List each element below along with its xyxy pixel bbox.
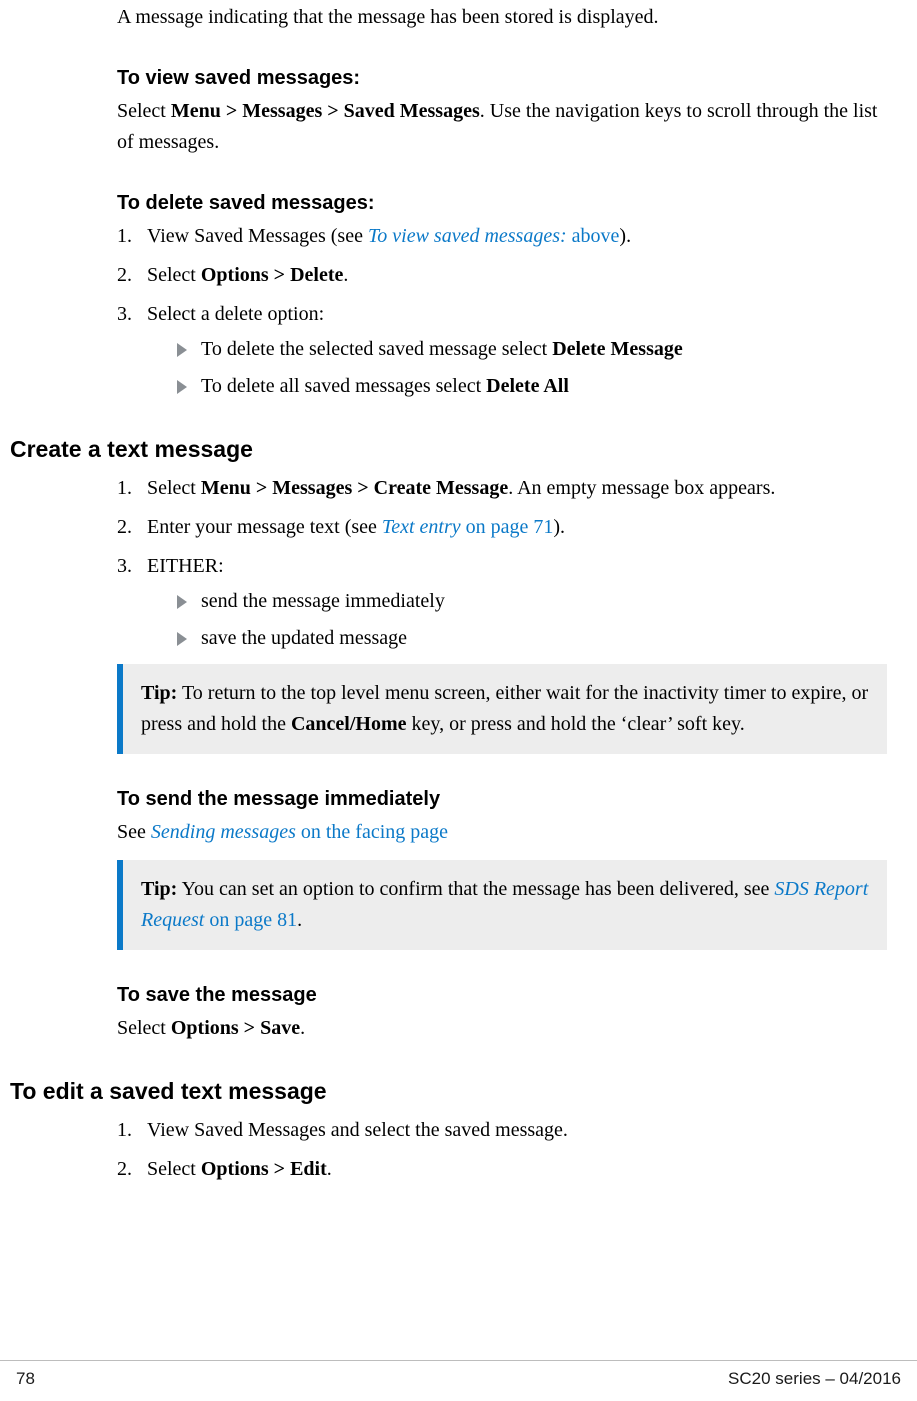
list-item: send the message immediately (177, 586, 887, 617)
delete-options: To delete the selected saved message sel… (147, 334, 887, 402)
xref-loc: on page 71 (461, 516, 554, 538)
page-number: 78 (16, 1369, 35, 1389)
list-item: To delete the selected saved message sel… (177, 334, 887, 365)
create-message-steps: 1.Select Menu > Messages > Create Messag… (117, 473, 887, 654)
text: Enter your message text (see (147, 516, 382, 538)
xref-title: To view saved messages: (368, 225, 567, 247)
list-item: 3.EITHER: send the message immediately s… (117, 551, 887, 654)
view-saved-paragraph: Select Menu > Messages > Saved Messages.… (117, 96, 887, 158)
list-number: 1. (117, 221, 147, 252)
tip-label: Tip: (141, 682, 177, 704)
create-message-options: send the message immediately save the up… (147, 586, 887, 654)
save-message-paragraph: Select Options > Save. (117, 1013, 887, 1044)
tip-delivery-confirm: Tip: You can set an option to confirm th… (117, 860, 887, 950)
send-immediately-paragraph: See Sending messages on the facing page (117, 817, 887, 848)
action-name: Delete Message (552, 338, 683, 360)
xref-loc: on page 81 (204, 909, 297, 931)
heading-send-immediately: To send the message immediately (117, 788, 887, 811)
list-item: save the updated message (177, 623, 887, 654)
intro-paragraph: A message indicating that the message ha… (117, 2, 887, 33)
list-number: 3. (117, 299, 147, 330)
text: Select a delete option: (147, 303, 324, 325)
edit-saved-steps: 1.View Saved Messages and select the sav… (117, 1115, 887, 1185)
text: You can set an option to confirm that th… (177, 878, 774, 900)
list-item: 2.Select Options > Edit. (117, 1154, 887, 1185)
text: View Saved Messages and select the saved… (147, 1119, 568, 1141)
list-number: 1. (117, 473, 147, 504)
list-item: To delete all saved messages select Dele… (177, 371, 887, 402)
heading-delete-saved: To delete saved messages: (117, 192, 887, 215)
content-area: A message indicating that the message ha… (0, 0, 917, 1185)
tip-return-top-menu: Tip: To return to the top level menu scr… (117, 664, 887, 754)
list-number: 2. (117, 1154, 147, 1185)
text: send the message immediately (201, 590, 445, 612)
heading-view-saved: To view saved messages: (117, 67, 887, 90)
text: key, or press and hold the ‘clear’ soft … (407, 713, 745, 735)
heading-edit-saved-text-message: To edit a saved text message (10, 1078, 887, 1105)
text: View Saved Messages (see (147, 225, 368, 247)
xref-view-saved[interactable]: To view saved messages: above (368, 225, 619, 247)
text: . An empty message box appears. (508, 477, 775, 499)
list-number: 3. (117, 551, 147, 582)
list-item: 3.Select a delete option: To delete the … (117, 299, 887, 402)
text: Select (117, 1017, 171, 1039)
xref-sending-messages[interactable]: Sending messages on the facing page (151, 821, 448, 843)
list-item: 1.View Saved Messages and select the sav… (117, 1115, 887, 1146)
heading-create-text-message: Create a text message (10, 436, 887, 463)
tip-label: Tip: (141, 878, 177, 900)
list-item: 2.Select Options > Delete. (117, 260, 887, 291)
text: EITHER: (147, 555, 224, 577)
text: save the updated message (201, 627, 407, 649)
text: . (300, 1017, 305, 1039)
list-number: 2. (117, 260, 147, 291)
doc-id: SC20 series – 04/2016 (728, 1369, 901, 1389)
list-item: 2.Enter your message text (see Text entr… (117, 512, 887, 543)
list-item: 1.View Saved Messages (see To view saved… (117, 221, 887, 252)
text: ). (553, 516, 565, 538)
text: . (343, 264, 348, 286)
xref-loc: on the facing page (296, 821, 448, 843)
text: Select (147, 1158, 201, 1180)
menu-path: Options > Save (171, 1017, 300, 1039)
key-name: Cancel/Home (291, 713, 407, 735)
text: Select (147, 477, 201, 499)
heading-save-message: To save the message (117, 984, 887, 1007)
list-number: 1. (117, 1115, 147, 1146)
text: To delete the selected saved message sel… (201, 338, 552, 360)
text: To delete all saved messages select (201, 375, 486, 397)
xref-title: Sending messages (151, 821, 296, 843)
page: A message indicating that the message ha… (0, 0, 917, 1401)
text: . (297, 909, 302, 931)
xref-loc: above (567, 225, 620, 247)
xref-text-entry[interactable]: Text entry on page 71 (382, 516, 553, 538)
delete-saved-steps: 1.View Saved Messages (see To view saved… (117, 221, 887, 402)
text: . (327, 1158, 332, 1180)
list-number: 2. (117, 512, 147, 543)
menu-path: Menu > Messages > Create Message (201, 477, 508, 499)
text: Select (147, 264, 201, 286)
menu-path: Options > Edit (201, 1158, 327, 1180)
xref-title: Text entry (382, 516, 461, 538)
menu-path: Menu > Messages > Saved Messages (171, 100, 480, 122)
text: ). (619, 225, 631, 247)
page-footer: 78 SC20 series – 04/2016 (0, 1360, 917, 1389)
text: See (117, 821, 151, 843)
list-item: 1.Select Menu > Messages > Create Messag… (117, 473, 887, 504)
menu-path: Options > Delete (201, 264, 344, 286)
action-name: Delete All (486, 375, 569, 397)
text: Select (117, 100, 171, 122)
